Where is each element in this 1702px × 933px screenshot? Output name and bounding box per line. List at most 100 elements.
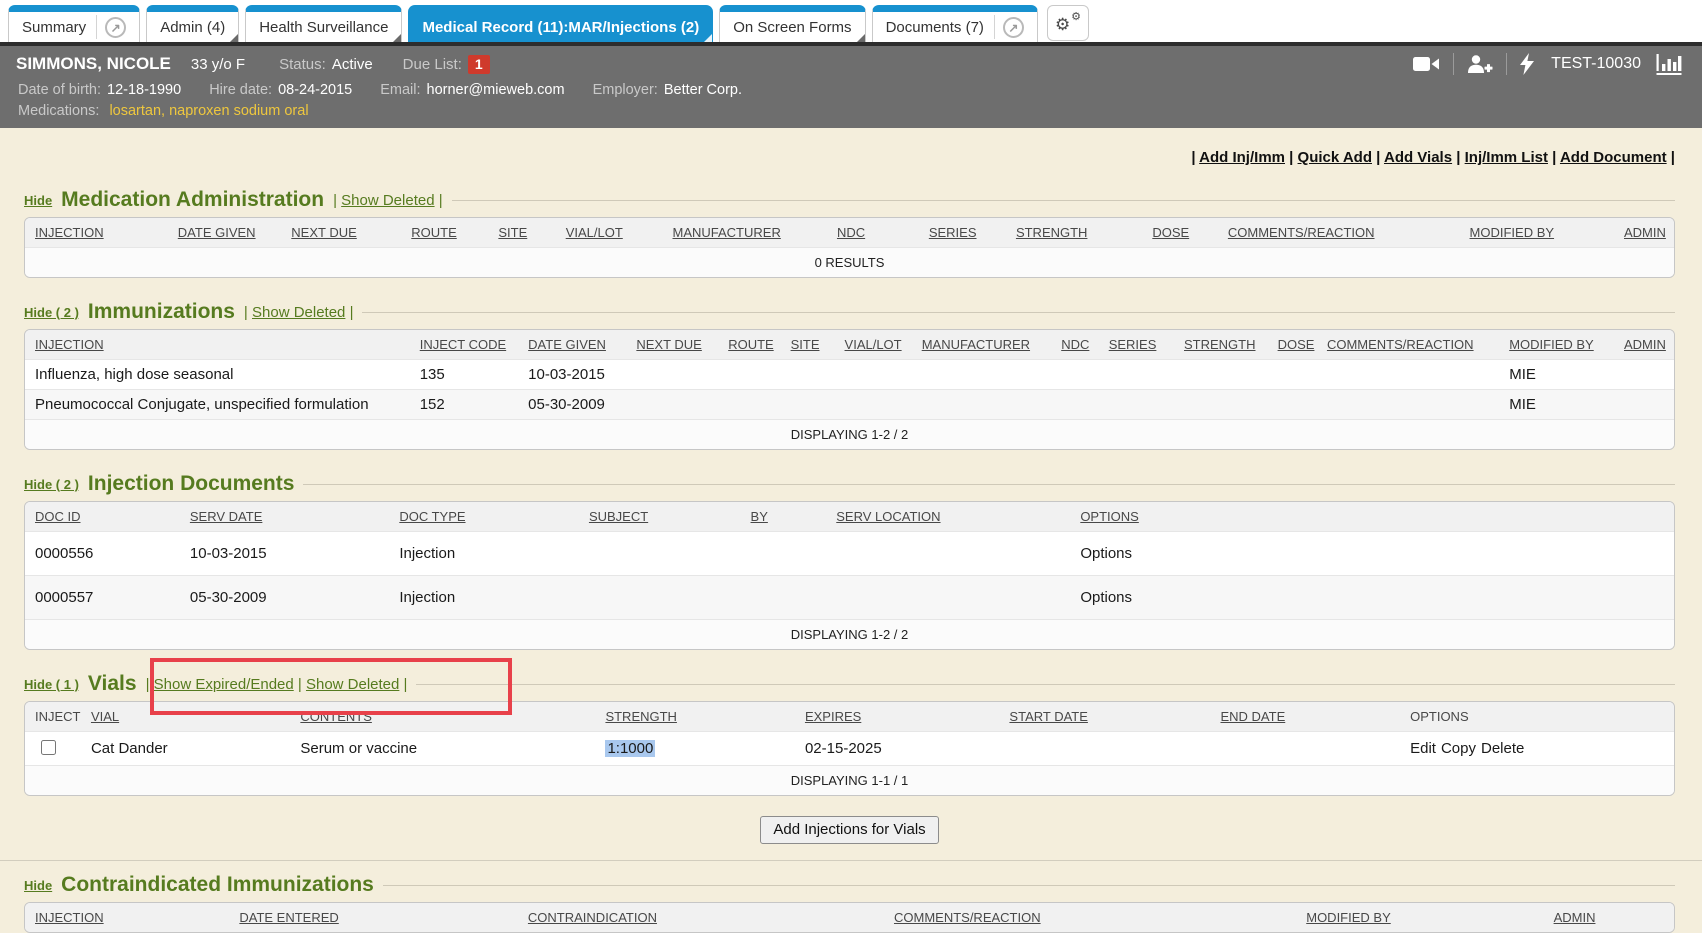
delete-link[interactable]: Delete <box>1481 740 1524 757</box>
column-header-by[interactable]: BY <box>751 502 837 532</box>
options-link[interactable]: Options <box>1080 545 1132 562</box>
column-header-subject[interactable]: SUBJECT <box>589 502 751 532</box>
tab-medical-record-11-mar-injections-2[interactable]: Medical Record (11):MAR/Injections (2) <box>408 5 713 42</box>
popout-icon[interactable]: ↗ <box>1003 17 1024 38</box>
column-header-serv-date[interactable]: SERV DATE <box>190 502 399 532</box>
column-header-series[interactable]: SERIES <box>929 218 1016 248</box>
action-link-inj-imm-list[interactable]: Inj/Imm List <box>1465 149 1548 166</box>
hide-link[interactable]: Hide ( 1 ) <box>24 677 79 692</box>
column-header-contraindication[interactable]: CONTRAINDICATION <box>528 903 894 932</box>
hide-link[interactable]: Hide <box>24 878 52 893</box>
column-header-admin[interactable]: ADMIN <box>1554 903 1674 932</box>
column-header-inject-code[interactable]: INJECT CODE <box>420 330 528 360</box>
action-link-add-vials[interactable]: Add Vials <box>1384 149 1452 166</box>
highlighted-value: 1:1000 <box>605 740 655 757</box>
hide-link[interactable]: Hide ( 2 ) <box>24 477 79 492</box>
edit-link[interactable]: Edit <box>1410 740 1436 757</box>
table-footer-row: DISPLAYING 1-1 / 1 <box>25 766 1674 796</box>
section-link-show-deleted[interactable]: Show Deleted <box>306 676 399 693</box>
quick-action-bolt-icon[interactable] <box>1520 53 1534 75</box>
hide-link[interactable]: Hide <box>24 193 52 208</box>
section-link-show-deleted[interactable]: Show Deleted <box>252 304 345 321</box>
column-header-start-date[interactable]: START DATE <box>1009 702 1220 732</box>
column-header-modified-by[interactable]: MODIFIED BY <box>1306 903 1553 932</box>
icon-separator <box>1506 53 1507 75</box>
column-header-dose[interactable]: DOSE <box>1278 330 1327 360</box>
column-header-options[interactable]: OPTIONS <box>1080 502 1674 532</box>
header-row: INJECTIONINJECT CODEDATE GIVENNEXT DUERO… <box>25 330 1674 360</box>
column-header-admin[interactable]: ADMIN <box>1624 330 1674 360</box>
column-header-series[interactable]: SERIES <box>1109 330 1184 360</box>
contraindicated-immunizations-table-wrap: INJECTIONDATE ENTEREDCONTRAINDICATIONCOM… <box>24 902 1675 933</box>
column-header-doc-type[interactable]: DOC TYPE <box>399 502 589 532</box>
medication-link-losartan[interactable]: losartan <box>109 103 161 119</box>
column-header-site[interactable]: SITE <box>791 330 845 360</box>
options-link[interactable]: Options <box>1080 589 1132 606</box>
column-header-site[interactable]: SITE <box>498 218 565 248</box>
due-list-badge[interactable]: 1 <box>468 55 490 74</box>
action-link-add-document[interactable]: Add Document <box>1560 149 1667 166</box>
column-header-date-given[interactable]: DATE GIVEN <box>528 330 636 360</box>
column-header-vial-lot[interactable]: VIAL/LOT <box>566 218 673 248</box>
copy-link[interactable]: Copy <box>1441 740 1476 757</box>
column-header-comments-reaction[interactable]: COMMENTS/REACTION <box>1327 330 1509 360</box>
column-header-manufacturer[interactable]: MANUFACTURER <box>673 218 837 248</box>
column-header-modified-by[interactable]: MODIFIED BY <box>1509 330 1624 360</box>
action-link-quick-add[interactable]: Quick Add <box>1298 149 1372 166</box>
tab-health-surveillance[interactable]: Health Surveillance <box>245 5 402 42</box>
cell: Influenza, high dose seasonal <box>25 360 420 390</box>
column-header-route[interactable]: ROUTE <box>728 330 790 360</box>
add-user-icon[interactable] <box>1467 54 1493 74</box>
patient-demographics-row: Date of birth:12-18-1990Hire date:08-24-… <box>16 82 1686 98</box>
column-header-vial-lot[interactable]: VIAL/LOT <box>845 330 922 360</box>
column-header-next-due[interactable]: NEXT DUE <box>291 218 411 248</box>
column-header-ndc[interactable]: NDC <box>1061 330 1109 360</box>
column-header-route[interactable]: ROUTE <box>411 218 498 248</box>
row-select-checkbox[interactable] <box>41 740 56 755</box>
cell: 0000556 <box>25 532 190 576</box>
chart-settings-button[interactable]: ⚙ ⚙ <box>1047 5 1089 41</box>
column-header-admin[interactable]: ADMIN <box>1624 218 1674 248</box>
field-label: Employer: <box>593 82 658 98</box>
cell: 135 <box>420 360 528 390</box>
tab-on-screen-forms[interactable]: On Screen Forms <box>719 5 865 42</box>
column-header-injection[interactable]: INJECTION <box>25 218 178 248</box>
cell <box>1061 360 1109 390</box>
column-header-strength[interactable]: STRENGTH <box>1184 330 1278 360</box>
column-header-ndc[interactable]: NDC <box>837 218 929 248</box>
cell <box>1009 732 1220 766</box>
video-call-icon[interactable] <box>1412 54 1440 74</box>
medication-link-naproxen-sodium-oral[interactable]: naproxen sodium oral <box>169 103 308 119</box>
column-header-dose[interactable]: DOSE <box>1152 218 1228 248</box>
section-link-show-deleted[interactable]: Show Deleted <box>341 192 434 209</box>
flowsheet-chart-icon[interactable] <box>1656 53 1682 75</box>
column-header-end-date[interactable]: END DATE <box>1220 702 1410 732</box>
column-header-strength[interactable]: STRENGTH <box>605 702 805 732</box>
patient-name: SIMMONS, NICOLE <box>16 54 171 74</box>
column-header-contents[interactable]: CONTENTS <box>300 702 605 732</box>
tab-documents-7[interactable]: Documents (7)↗ <box>872 5 1038 42</box>
column-header-strength[interactable]: STRENGTH <box>1016 218 1152 248</box>
section-link-show-expired-ended[interactable]: Show Expired/Ended <box>154 676 294 693</box>
column-header-date-given[interactable]: DATE GIVEN <box>178 218 292 248</box>
popout-icon[interactable]: ↗ <box>105 17 126 38</box>
add-injections-for-vials-button[interactable]: Add Injections for Vials <box>760 816 938 844</box>
column-header-next-due[interactable]: NEXT DUE <box>636 330 728 360</box>
column-header-comments-reaction[interactable]: COMMENTS/REACTION <box>1228 218 1470 248</box>
section-title: Contraindicated Immunizations <box>61 873 374 897</box>
column-header-doc-id[interactable]: DOC ID <box>25 502 190 532</box>
action-link-add-inj-imm[interactable]: Add Inj/Imm <box>1199 149 1285 166</box>
tab-admin-4[interactable]: Admin (4) <box>146 5 239 42</box>
tab-summary[interactable]: Summary↗ <box>8 5 140 42</box>
cell <box>922 360 1062 390</box>
column-header-injection[interactable]: INJECTION <box>25 903 239 932</box>
column-header-injection[interactable]: INJECTION <box>25 330 420 360</box>
column-header-serv-location[interactable]: SERV LOCATION <box>836 502 1080 532</box>
column-header-expires[interactable]: EXPIRES <box>805 702 1009 732</box>
column-header-date-entered[interactable]: DATE ENTERED <box>239 903 528 932</box>
hide-link[interactable]: Hide ( 2 ) <box>24 305 79 320</box>
column-header-manufacturer[interactable]: MANUFACTURER <box>922 330 1062 360</box>
column-header-vial[interactable]: VIAL <box>91 702 300 732</box>
column-header-comments-reaction[interactable]: COMMENTS/REACTION <box>894 903 1306 932</box>
column-header-modified-by[interactable]: MODIFIED BY <box>1470 218 1624 248</box>
